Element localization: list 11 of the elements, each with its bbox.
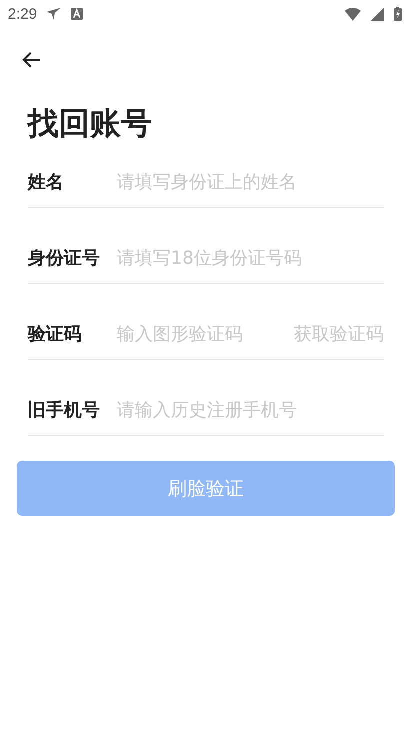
bird-icon <box>47 8 62 20</box>
a-letter-icon <box>71 8 84 20</box>
field-label: 姓名 <box>28 171 65 194</box>
page-title: 找回账号 <box>28 106 153 144</box>
clock: 2:29 <box>8 6 38 22</box>
signal-icon <box>371 8 384 20</box>
field-label: 验证码 <box>28 323 83 346</box>
field-label: 身份证号 <box>28 247 101 270</box>
battery-icon <box>394 7 402 21</box>
wifi-icon <box>345 8 361 20</box>
field-label: 旧手机号 <box>28 399 101 422</box>
